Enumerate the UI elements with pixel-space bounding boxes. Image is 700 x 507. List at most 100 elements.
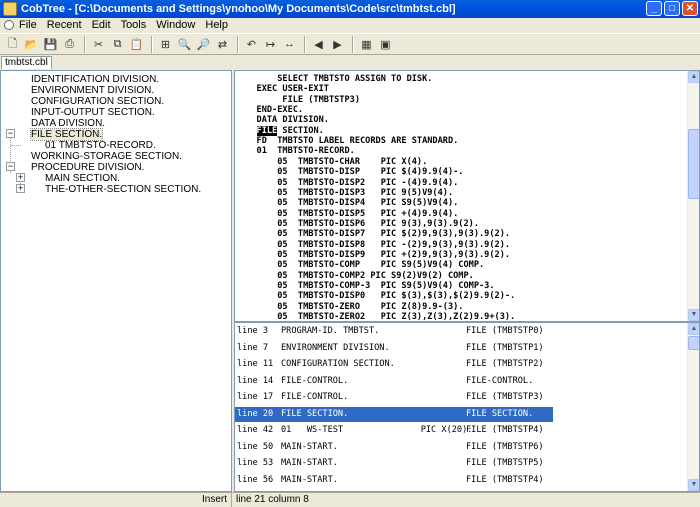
menu-help[interactable]: Help [200, 19, 233, 31]
caption-buttons: _ □ ✕ [646, 1, 698, 16]
tree-item-input-output-section[interactable]: INPUT-OUTPUT SECTION. [31, 107, 155, 118]
result-line-number: line 3 [237, 326, 269, 336]
result-line-number: line 11 [237, 359, 274, 369]
result-row[interactable]: line 20 FILE SECTION. FILE SECTION. [235, 406, 553, 422]
result-row[interactable]: line 53 MAIN-START. FILE (TMBTSTP5) [235, 456, 553, 471]
cut-icon[interactable]: ✂ [90, 36, 107, 53]
code-line: DATA DIVISION. [241, 115, 329, 126]
tree-item-identification-division[interactable]: IDENTIFICATION DIVISION. [31, 74, 159, 85]
tree-item-data-division[interactable]: DATA DIVISION. [31, 118, 105, 129]
code-line: 05 TMBTSTO-DISP5 PIC +(4)9.9(4). [241, 208, 459, 219]
result-row[interactable]: line 3 PROGRAM-ID. TMBTST. FILE (TMBTSTP0) [235, 324, 553, 339]
collapse-icon[interactable]: − [6, 129, 15, 138]
menu-file[interactable]: File [14, 19, 42, 31]
editor-vertical-scrollbar[interactable]: ▲ ▼ [687, 71, 699, 321]
close-button[interactable]: ✕ [682, 1, 698, 16]
tree-item-file-section[interactable]: FILE SECTION. [29, 128, 104, 141]
result-text: MAIN-START. [281, 474, 338, 485]
result-row[interactable]: line 7 ENVIRONMENT DIVISION. FILE (TMBTSTP… [235, 341, 553, 356]
undo-icon[interactable]: ↶ [243, 36, 260, 53]
document-tabs: tmbtst.cbl [0, 56, 700, 70]
paste-icon[interactable]: 📋 [128, 36, 145, 53]
window-icon[interactable]: ▣ [377, 36, 394, 53]
code-line: 01 TMBTSTO-RECORD. [241, 146, 355, 157]
tree-item-main-section[interactable]: MAIN SECTION. [45, 173, 120, 184]
scroll-thumb[interactable] [688, 129, 699, 199]
scroll-up-icon[interactable]: ▲ [688, 71, 699, 83]
title-bar[interactable]: CobTree - [C:\Documents and Settings\yno… [0, 0, 700, 18]
results-list[interactable]: line 3 PROGRAM-ID. TMBTST. FILE (TMBTSTP0)… [234, 322, 700, 492]
result-file: FILE (TMBTSTP3) [466, 392, 544, 402]
code-line: FILE SECTION. [256, 125, 324, 136]
result-line-number: line 14 [237, 375, 274, 386]
find-next-icon[interactable]: 🔎 [195, 36, 212, 53]
tree-item-procedure-division[interactable]: PROCEDURE DIVISION. [31, 162, 144, 173]
window-title: CobTree - [C:\Documents and Settings\yno… [21, 3, 456, 15]
expand-icon[interactable]: + [16, 184, 25, 193]
tree-item-environment-division[interactable]: ENVIRONMENT DIVISION. [31, 85, 154, 96]
tree-item-label: DATA DIVISION. [31, 118, 106, 129]
code-line: 05 TMBTSTO-DISP PIC $(4)9.9(4)-. [241, 167, 464, 178]
result-text: 01 WS-TEST PIC X(20). [281, 425, 473, 435]
new-file-icon[interactable]: 🗋 [4, 36, 21, 53]
menu-tools[interactable]: Tools [116, 19, 152, 31]
print-icon[interactable]: ⎙ [61, 36, 78, 53]
code-editor[interactable]: SELECT TMBTSTO ASSIGN TO DISK. EXEC USER… [234, 70, 700, 322]
save-icon[interactable]: 💾 [42, 36, 59, 53]
result-row[interactable]: line 11 CONFIGURATION SECTION. FILE (TMBTS… [235, 357, 553, 372]
result-line-number: line 20 [237, 408, 274, 419]
result-text: PROGRAM-ID. TMBTST. [281, 326, 380, 336]
maximize-button[interactable]: □ [664, 1, 680, 16]
code-line: 05 TMBTSTO-DISP7 PIC $(2)9,9(3),9(3).9(2… [241, 229, 511, 240]
toolbar: 🗋 📂 💾 ⎙ ✂ ⧉ 📋 ⊞ 🔍 🔎 ⇄ ↶ ↦ ↔ ◀ ▶ ▦ ▣ [0, 33, 700, 55]
minimize-button[interactable]: _ [646, 1, 662, 16]
result-row[interactable]: line 14 FILE-CONTROL. FILE-CONTROL. [235, 374, 553, 389]
tree-item-the-other-section[interactable]: THE-OTHER-SECTION SECTION. [45, 184, 201, 195]
scroll-down-icon[interactable]: ▼ [688, 479, 699, 491]
status-bar: Insert line 21 column 8 [0, 492, 700, 507]
document-menu-icon[interactable] [4, 20, 14, 30]
result-row[interactable]: line 17 FILE-CONTROL. FILE (TMBTSTP3) [235, 390, 553, 405]
code-line: 05 TMBTSTO-COMP-3 PIC S9(5)V9(4) COMP-3. [241, 281, 495, 291]
scroll-thumb[interactable] [688, 336, 699, 350]
status-position: line 21 column 8 [236, 494, 309, 505]
code-line: FD TMBTSTO LABEL RECORDS ARE STANDARD. [241, 136, 459, 147]
copy-icon[interactable]: ⧉ [109, 36, 126, 53]
calculator-icon[interactable]: ▦ [358, 36, 375, 53]
code-line: 05 TMBTSTO-DISP9 PIC +(2)9,9(3),9(3).9(2… [241, 249, 511, 260]
result-line-number: line 42 [237, 425, 274, 435]
goto-icon[interactable]: ↦ [262, 36, 279, 53]
tree-item-configuration-section[interactable]: CONFIGURATION SECTION. [31, 96, 164, 107]
result-row[interactable]: line 42 01 WS-TEST PIC X(20). FILE (TMBTST… [235, 423, 553, 438]
app-icon[interactable] [3, 2, 17, 16]
forward-icon[interactable]: ▶ [329, 36, 346, 53]
range-icon[interactable]: ↔ [281, 36, 298, 53]
replace-icon[interactable]: ⇄ [214, 36, 231, 53]
result-line-number: line 50 [237, 441, 274, 452]
toolbar-separator [237, 35, 239, 53]
results-vertical-scrollbar[interactable]: ▲ ▼ [687, 323, 699, 491]
scroll-down-icon[interactable]: ▼ [688, 309, 699, 321]
result-text: ENVIRONMENT DIVISION. [281, 342, 390, 353]
menu-recent[interactable]: Recent [42, 19, 87, 31]
tree-view-icon[interactable]: ⊞ [157, 36, 174, 53]
search-highlight: FILE [256, 125, 278, 136]
scroll-up-icon[interactable]: ▲ [688, 323, 699, 335]
tree-item-working-storage-section[interactable]: WORKING-STORAGE SECTION. [31, 151, 182, 162]
tab-tmbtst[interactable]: tmbtst.cbl [1, 56, 52, 69]
result-row[interactable]: line 56 MAIN-START. FILE (TMBTSTP4) [235, 473, 553, 488]
result-row[interactable]: line 50 MAIN-START. FILE (TMBTSTP6) [235, 440, 553, 455]
collapse-icon[interactable]: − [6, 162, 15, 171]
tree-item-label: WORKING-STORAGE SECTION. [31, 151, 182, 162]
result-line-number: line 56 [237, 474, 274, 485]
open-folder-icon[interactable]: 📂 [23, 36, 40, 53]
back-icon[interactable]: ◀ [310, 36, 327, 53]
tree-item-tmbtsto-record[interactable]: 01 TMBTSTO-RECORD. [45, 140, 156, 151]
expand-icon[interactable]: + [16, 173, 25, 182]
result-text: FILE-CONTROL. [281, 392, 349, 402]
menu-window[interactable]: Window [151, 19, 200, 31]
outline-tree[interactable]: IDENTIFICATION DIVISION. ENVIRONMENT DIV… [0, 70, 232, 492]
find-icon[interactable]: 🔍 [176, 36, 193, 53]
result-file: FILE (TMBTSTP2) [466, 359, 544, 369]
menu-edit[interactable]: Edit [87, 19, 116, 31]
